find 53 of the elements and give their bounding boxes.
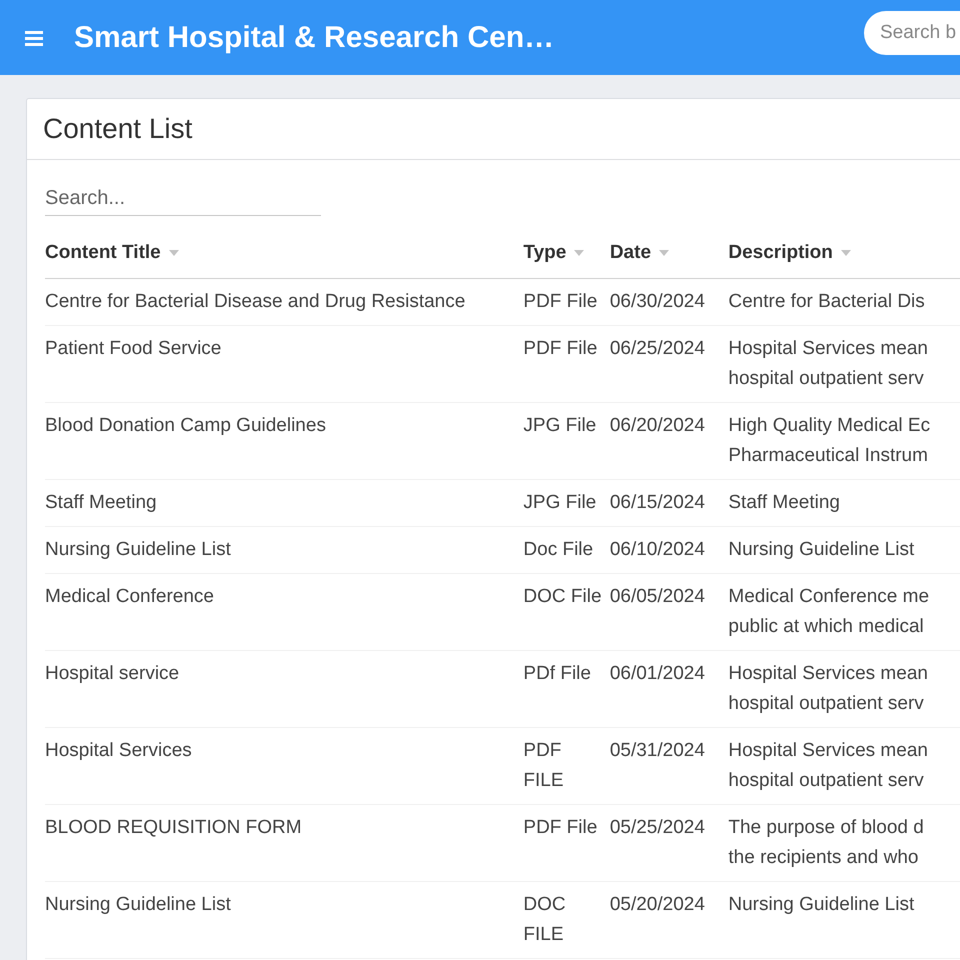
table-cell: Staff Meeting: [45, 492, 157, 512]
table-cell: 05/20/2024: [610, 894, 705, 914]
table-cell: 06/15/2024: [610, 492, 705, 512]
table-cell: 05/25/2024: [610, 816, 705, 838]
table-cell-text: High Quality Medical Ec Pharmaceutical Instrum: [728, 414, 932, 468]
search-field[interactable]: Search...: [45, 182, 321, 216]
table-cell-text: Hospital Services mean hospital outpatient serv: [728, 738, 929, 792]
search-field[interactable]: Search b: [864, 11, 960, 55]
table-cell-text: Doc File: [523, 538, 594, 562]
table-cell: Hospital service: [45, 662, 180, 684]
table-cell: Blood Donation Camp Guidelines: [45, 414, 326, 436]
table-cell: 06/05/2024: [610, 586, 705, 606]
table-cell: 06/30/2024: [610, 290, 705, 312]
table-cell: Nursing Guideline List: [45, 894, 231, 914]
table-cell-text: Staff Meeting: [728, 490, 841, 514]
table-cell-text: Nursing Guideline List: [728, 892, 916, 916]
table-cell: BLOOD REQUISITION FORM: [45, 816, 302, 838]
table-cell-text: PDF File: [523, 290, 598, 314]
table-cell-text: Hospital Services mean hospital outpatient serv: [728, 336, 929, 390]
table-cell-text: JPG File: [523, 490, 598, 514]
table-cell-text: DOC FILE: [523, 892, 567, 946]
table-cell: 06/20/2024: [610, 414, 705, 436]
table-cell-text: Centre for Bacterial Dis: [728, 290, 926, 314]
sort-caret-icon: [168, 250, 179, 256]
app-title: Smart Hospital & Research Cen…: [74, 20, 554, 56]
table-cell-text: PDF FILE: [523, 738, 565, 792]
card-title: Content List: [27, 99, 960, 160]
sort-caret-icon: [574, 250, 584, 256]
table-cell: 05/31/2024: [610, 740, 705, 760]
table-cell-text: Nursing Guideline List: [728, 538, 916, 562]
column-header[interactable]: Type: [523, 238, 584, 267]
sort-caret-icon: [659, 250, 670, 256]
table-cell: 06/01/2024: [610, 662, 705, 684]
table-cell-text: DOC File: [523, 584, 603, 608]
table-cell-text: The purpose of blood d the recipients and who: [728, 816, 925, 870]
menu-icon[interactable]: [24, 30, 46, 46]
table-cell-text: JPG File: [523, 414, 598, 438]
column-header[interactable]: Description: [728, 238, 851, 267]
table-cell: Nursing Guideline List: [45, 538, 231, 560]
table-cell-text: PDF File: [523, 816, 598, 840]
table-cell-text: Medical Conference me public at which medical: [728, 584, 930, 638]
table-cell-text: Hospital Services mean hospital outpatient serv: [728, 662, 929, 716]
column-header[interactable]: Date: [610, 238, 670, 267]
sort-caret-icon: [840, 250, 851, 256]
table-cell: 06/25/2024: [610, 338, 705, 358]
table-cell: Medical Conference: [45, 586, 214, 606]
column-header[interactable]: Content Title: [45, 238, 179, 267]
table-cell-text: PDF File: [523, 336, 598, 360]
table-cell-text: PDf File: [523, 662, 592, 686]
table-cell: 06/10/2024: [610, 538, 705, 560]
table-cell: Centre for Bacterial Disease and Drug Resistance: [45, 290, 466, 312]
table-cell: Patient Food Service: [45, 338, 222, 358]
table-cell: Hospital Services: [45, 740, 192, 760]
